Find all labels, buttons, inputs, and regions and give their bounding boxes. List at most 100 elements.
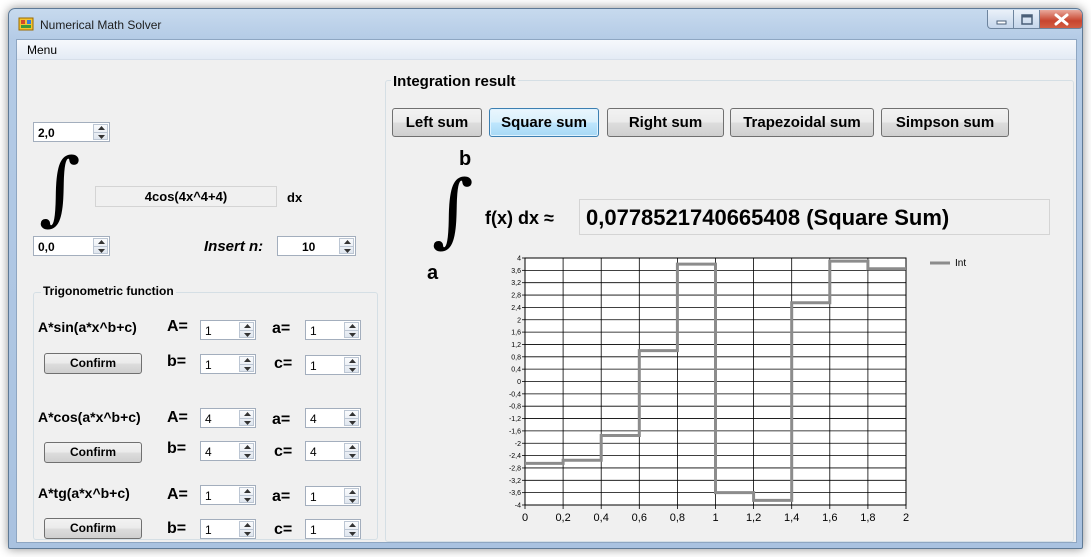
tg-A-spin[interactable]	[239, 487, 254, 503]
spin-up-icon[interactable]	[244, 358, 251, 362]
spin-down-icon[interactable]	[349, 368, 356, 372]
spin-down-icon[interactable]	[244, 333, 251, 337]
spin-up-icon[interactable]	[244, 412, 251, 416]
spin-up-icon[interactable]	[349, 412, 356, 416]
spin-down-icon[interactable]	[349, 421, 356, 425]
spin-down-icon[interactable]	[344, 249, 351, 253]
tg-b-stepper[interactable]: 1	[200, 519, 256, 539]
cos-a-stepper[interactable]: 4	[305, 408, 361, 428]
sin-a-value: 1	[310, 324, 317, 338]
lower-limit-stepper[interactable]: 0,0	[33, 236, 110, 256]
spin-down-icon[interactable]	[244, 498, 251, 502]
app-window: Numerical Math Solver Menu 2,0 ∫ 4cos(4x…	[8, 8, 1083, 549]
spin-down-icon[interactable]	[349, 532, 356, 536]
cos-c-spin[interactable]	[344, 443, 359, 459]
tg-a-label: a=	[272, 488, 291, 505]
integration-result-title: Integration result	[391, 73, 518, 90]
n-spin[interactable]	[339, 238, 354, 254]
spin-down-icon[interactable]	[244, 367, 251, 371]
spin-down-icon[interactable]	[98, 135, 105, 139]
tg-A-stepper[interactable]: 1	[200, 485, 256, 505]
spin-down-icon[interactable]	[244, 421, 251, 425]
right-sum-button[interactable]: Right sum	[607, 108, 724, 137]
spin-up-icon[interactable]	[98, 240, 105, 244]
spin-up-icon[interactable]	[349, 359, 356, 363]
integral-symbol-right: ∫	[432, 163, 474, 256]
spin-down-icon[interactable]	[98, 249, 105, 253]
title-bar[interactable]: Numerical Math Solver	[9, 9, 1082, 39]
spin-up-icon[interactable]	[244, 445, 251, 449]
x-tick-label: 0,2	[555, 512, 570, 524]
trapezoidal-sum-button[interactable]: Trapezoidal sum	[730, 108, 874, 137]
cos-A-spin[interactable]	[239, 410, 254, 426]
tg-a-value: 1	[310, 490, 317, 504]
sin-a-spin[interactable]	[344, 322, 359, 338]
sin-c-stepper[interactable]: 1	[305, 355, 361, 375]
spin-up-icon[interactable]	[349, 490, 356, 494]
y-tick-label: 4	[517, 256, 521, 263]
cos-a-value: 4	[310, 412, 317, 426]
spin-down-icon[interactable]	[244, 454, 251, 458]
x-tick-label: 0,6	[632, 512, 647, 524]
x-tick-label: 2	[903, 512, 909, 524]
sin-b-stepper[interactable]: 1	[200, 354, 256, 374]
spin-up-icon[interactable]	[98, 126, 105, 130]
insert-n-label: Insert n:	[204, 238, 264, 255]
spin-up-icon[interactable]	[349, 445, 356, 449]
minimize-button[interactable]	[987, 10, 1014, 29]
spin-up-icon[interactable]	[349, 324, 356, 328]
spin-up-icon[interactable]	[344, 240, 351, 244]
cos-b-stepper[interactable]: 4	[200, 441, 256, 461]
tg-a-stepper[interactable]: 1	[305, 486, 361, 506]
tg-c-stepper[interactable]: 1	[305, 519, 361, 539]
cos-formula-label: A*cos(a*x^b+c)	[38, 409, 141, 425]
y-tick-label: 0,8	[511, 354, 521, 361]
close-button[interactable]	[1040, 10, 1082, 29]
spin-down-icon[interactable]	[349, 333, 356, 337]
tg-b-spin[interactable]	[239, 521, 254, 537]
tg-a-spin[interactable]	[344, 488, 359, 504]
menu-item-menu[interactable]: Menu	[27, 43, 57, 57]
x-tick-label: 1,8	[860, 512, 875, 524]
upper-limit-spin[interactable]	[93, 124, 108, 140]
square-sum-button[interactable]: Square sum	[489, 108, 599, 137]
spin-up-icon[interactable]	[244, 523, 251, 527]
y-tick-label: 0	[517, 379, 521, 386]
sin-confirm-button[interactable]: Confirm	[44, 353, 142, 374]
spin-down-icon[interactable]	[349, 454, 356, 458]
spin-up-icon[interactable]	[349, 523, 356, 527]
tg-confirm-button[interactable]: Confirm	[44, 518, 142, 539]
tg-c-spin[interactable]	[344, 521, 359, 537]
sin-A-value: 1	[205, 324, 212, 338]
maximize-icon	[1021, 14, 1033, 25]
cos-a-spin[interactable]	[344, 410, 359, 426]
n-stepper[interactable]: 10	[277, 236, 356, 256]
left-sum-button[interactable]: Left sum	[392, 108, 482, 137]
sin-b-spin[interactable]	[239, 356, 254, 372]
minimize-icon	[996, 20, 1007, 25]
spin-down-icon[interactable]	[244, 532, 251, 536]
x-tick-label: 1	[712, 512, 718, 524]
x-tick-label: 1,2	[746, 512, 761, 524]
spin-down-icon[interactable]	[349, 499, 356, 503]
sin-A-spin[interactable]	[239, 322, 254, 338]
maximize-button[interactable]	[1014, 10, 1040, 29]
sin-c-label: c=	[274, 355, 293, 372]
sin-a-stepper[interactable]: 1	[305, 320, 361, 340]
cos-b-spin[interactable]	[239, 443, 254, 459]
cos-c-stepper[interactable]: 4	[305, 441, 361, 461]
sin-A-stepper[interactable]: 1	[200, 320, 256, 340]
lower-limit-value: 0,0	[38, 240, 55, 254]
y-tick-label: -3,2	[509, 478, 521, 485]
y-tick-label: -3,6	[509, 490, 521, 497]
spin-up-icon[interactable]	[244, 324, 251, 328]
function-text-field[interactable]: 4cos(4x^4+4)	[95, 186, 277, 207]
function-text: 4cos(4x^4+4)	[144, 189, 228, 204]
cos-A-stepper[interactable]: 4	[200, 408, 256, 428]
simpson-sum-button[interactable]: Simpson sum	[881, 108, 1009, 137]
upper-limit-stepper[interactable]: 2,0	[33, 122, 110, 142]
spin-up-icon[interactable]	[244, 489, 251, 493]
cos-confirm-button[interactable]: Confirm	[44, 442, 142, 463]
sin-c-spin[interactable]	[344, 357, 359, 373]
lower-limit-spin[interactable]	[93, 238, 108, 254]
